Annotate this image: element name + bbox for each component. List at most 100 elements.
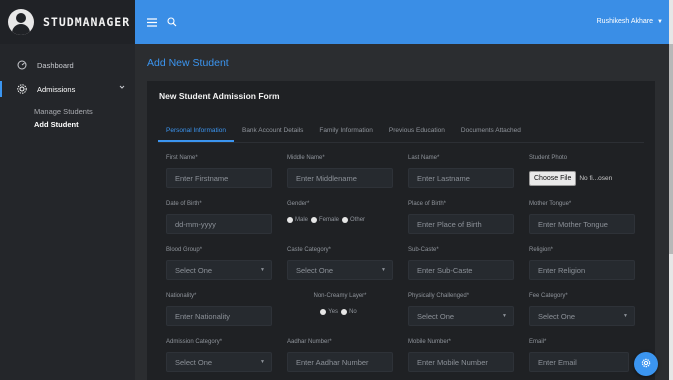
menu-icon[interactable] <box>143 13 161 31</box>
top-bar: Rushikesh Akhare ▼ <box>135 0 669 44</box>
sidebar: STUDMANAGER Dashboard Admissions Manage … <box>0 0 135 380</box>
place-of-birth-input[interactable]: Enter Place of Birth <box>408 214 514 234</box>
select-value: Select One <box>538 311 576 321</box>
middle-name-group: Middle Name* Enter Middlename <box>287 155 393 188</box>
non-creamy-radio-group: Yes No <box>287 306 393 318</box>
settings-icon <box>17 84 27 94</box>
mobile-group: Mobile Number* Enter Mobile Number <box>408 339 514 372</box>
mobile-label: Mobile Number* <box>408 339 452 345</box>
settings-fab-button[interactable] <box>634 352 658 376</box>
nationality-label: Nationality* <box>166 293 197 299</box>
non-creamy-radio-yes[interactable]: Yes <box>320 309 338 315</box>
brand[interactable]: STUDMANAGER <box>0 0 135 44</box>
caste-category-label: Caste Category* <box>287 247 332 253</box>
religion-input[interactable]: Enter Religion <box>529 260 635 280</box>
admissions-submenu: Manage Students Add Student <box>0 105 135 131</box>
gear-icon <box>641 355 651 373</box>
dob-input[interactable]: dd-mm-yyyy <box>166 214 272 234</box>
email-group: Email* Enter Email <box>529 339 629 372</box>
aadhar-label: Aadhar Number* <box>287 339 332 345</box>
physically-challenged-group: Physically Challenged* Select One ▼ <box>408 293 514 326</box>
tab-personal-information[interactable]: Personal Information <box>158 121 234 142</box>
dashboard-icon <box>17 60 27 70</box>
sub-caste-input[interactable]: Enter Sub-Caste <box>408 260 514 280</box>
radio-label: Yes <box>328 309 339 315</box>
admission-category-select[interactable]: Select One ▼ <box>166 352 272 372</box>
select-value: Select One <box>175 265 213 275</box>
sidebar-subitem-manage-students[interactable]: Manage Students <box>34 105 135 118</box>
main-content: Add New Student New Student Admission Fo… <box>135 44 669 380</box>
first-name-input[interactable]: Enter Firstname <box>166 168 272 188</box>
student-photo-group: Student Photo Choose File No fi...osen <box>529 155 635 188</box>
page-title: Add New Student <box>147 57 229 69</box>
caste-category-group: Caste Category* Select One ▼ <box>287 247 393 280</box>
mother-tongue-input[interactable]: Enter Mother Tongue <box>529 214 635 234</box>
nationality-input[interactable]: Enter Nationality <box>166 306 272 326</box>
gender-radio-female[interactable]: Female <box>311 217 339 223</box>
caste-category-select[interactable]: Select One ▼ <box>287 260 393 280</box>
user-name: Rushikesh Akhare <box>596 18 654 25</box>
dob-label: Date of Birth* <box>166 201 202 207</box>
fee-category-select[interactable]: Select One ▼ <box>529 306 635 326</box>
sidebar-item-dashboard[interactable]: Dashboard <box>0 57 135 73</box>
tab-family-information[interactable]: Family Information <box>311 121 380 142</box>
sidebar-item-label: Admissions <box>37 84 76 94</box>
sidebar-item-admissions[interactable]: Admissions <box>0 81 135 97</box>
student-photo-label: Student Photo <box>529 155 568 161</box>
brand-name: STUDMANAGER <box>43 15 131 29</box>
gender-radio-other[interactable]: Other <box>342 217 365 223</box>
sub-caste-label: Sub-Caste* <box>408 247 439 253</box>
radio-label: Other <box>350 217 366 223</box>
aadhar-input[interactable]: Enter Aadhar Number <box>287 352 393 372</box>
chevron-down-icon: ▼ <box>381 267 386 273</box>
radio-dot-icon <box>287 217 293 223</box>
sidebar-nav: Dashboard Admissions Manage Students Add… <box>0 44 135 131</box>
tab-bank-account-details[interactable]: Bank Account Details <box>234 121 311 142</box>
gender-radio-male[interactable]: Male <box>287 217 308 223</box>
choose-file-button[interactable]: Choose File <box>529 170 577 186</box>
fee-category-label: Fee Category* <box>529 293 568 299</box>
admission-category-group: Admission Category* Select One ▼ <box>166 339 272 372</box>
last-name-label: Last Name* <box>408 155 440 161</box>
first-name-group: First Name* Enter Firstname <box>166 155 272 188</box>
fee-category-group: Fee Category* Select One ▼ <box>529 293 635 326</box>
select-value: Select One <box>296 265 334 275</box>
search-icon[interactable] <box>163 13 181 31</box>
scrollbar-thumb[interactable] <box>669 44 673 254</box>
radio-label: Female <box>319 217 340 223</box>
mobile-input[interactable]: Enter Mobile Number <box>408 352 514 372</box>
select-value: Select One <box>175 357 213 367</box>
sidebar-subitem-add-student[interactable]: Add Student <box>34 118 135 131</box>
dob-group: Date of Birth* dd-mm-yyyy <box>166 201 272 234</box>
chevron-down-icon: ▼ <box>260 267 265 273</box>
chevron-down-icon: ▼ <box>502 313 507 319</box>
middle-name-input[interactable]: Enter Middlename <box>287 168 393 188</box>
student-photo-file-input[interactable]: Choose File No fi...osen <box>529 168 635 188</box>
nationality-group: Nationality* Enter Nationality <box>166 293 272 326</box>
physically-challenged-label: Physically Challenged* <box>408 293 470 299</box>
user-avatar-icon <box>8 9 34 35</box>
aadhar-group: Aadhar Number* Enter Aadhar Number <box>287 339 393 372</box>
user-menu[interactable]: Rushikesh Akhare ▼ <box>597 18 663 25</box>
radio-label: No <box>349 309 357 315</box>
non-creamy-radio-no[interactable]: No <box>341 309 357 315</box>
chevron-down-icon: ▼ <box>260 359 265 365</box>
non-creamy-label: Non-Creamy Layer* <box>313 293 367 299</box>
tab-previous-education[interactable]: Previous Education <box>381 121 453 142</box>
email-label: Email* <box>529 339 547 345</box>
form-tabs: Personal Information Bank Account Detail… <box>158 121 644 143</box>
first-name-label: First Name* <box>166 155 198 161</box>
mother-tongue-label: Mother Tongue* <box>529 201 572 207</box>
radio-dot-icon <box>341 309 348 315</box>
admission-category-label: Admission Category* <box>166 339 223 345</box>
scrollbar[interactable] <box>669 0 673 380</box>
gender-radio-group: Male Female Other <box>287 214 368 226</box>
select-value: Select One <box>417 311 455 321</box>
form-title: New Student Admission Form <box>159 91 280 101</box>
tab-documents-attached[interactable]: Documents Attached <box>453 121 529 142</box>
email-input[interactable]: Enter Email <box>529 352 629 372</box>
physically-challenged-select[interactable]: Select One ▼ <box>408 306 514 326</box>
radio-dot-icon <box>311 217 318 223</box>
blood-group-select[interactable]: Select One ▼ <box>166 260 272 280</box>
last-name-input[interactable]: Enter Lastname <box>408 168 514 188</box>
